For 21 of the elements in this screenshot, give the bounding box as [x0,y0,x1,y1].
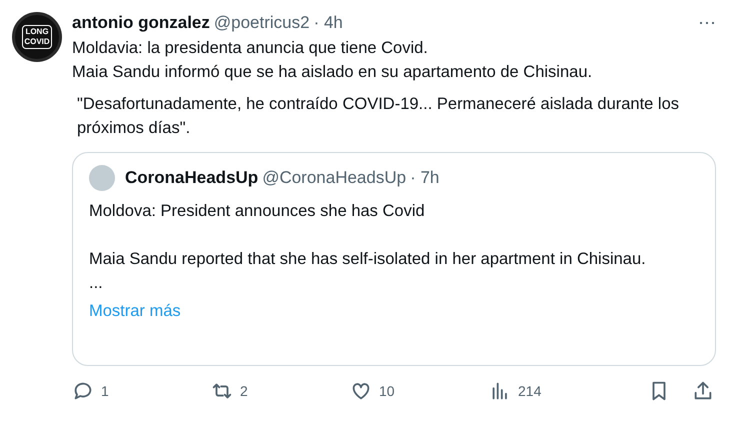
share-button[interactable] [692,380,714,402]
post-text: Moldavia: la presidenta anuncia que tiene Covid. Maia Sandu informó que se ha aislado en su apartamento de Chisinau. [72,38,594,83]
quoted-post-time: · 7h [410,167,440,189]
avatar-logo-text: LONG COVID [22,25,52,49]
quoted-author-handle: @CoronaHeadsUp [262,167,406,189]
quoted-author-name: CoronaHeadsUp [125,167,258,189]
quoted-post-text: Moldova: President announces she has Covid [89,201,426,222]
post-time[interactable]: · 4h [314,12,343,34]
quoted-post-text: Maia Sandu reported that she has self-isolated in her apartment in Chisinau. ... [89,249,647,294]
heart-icon [350,380,372,402]
post-text: "Desafortunadamente, he contraído COVID-19... Permaneceré aislada durante los próximos días". [76,94,680,139]
author-handle[interactable]: @poetricus2 [214,12,310,34]
more-button[interactable]: ⋯ [698,10,716,36]
views-button[interactable]: 214 [489,380,548,402]
reply-icon [72,380,94,402]
reply-button[interactable]: 1 [72,380,131,402]
like-button[interactable]: 10 [350,380,409,402]
repost-button[interactable]: 2 [211,380,270,402]
share-icon [692,380,714,402]
avatar[interactable]: LONG COVID [12,12,62,62]
author-name[interactable]: antonio gonzalez [72,12,210,34]
